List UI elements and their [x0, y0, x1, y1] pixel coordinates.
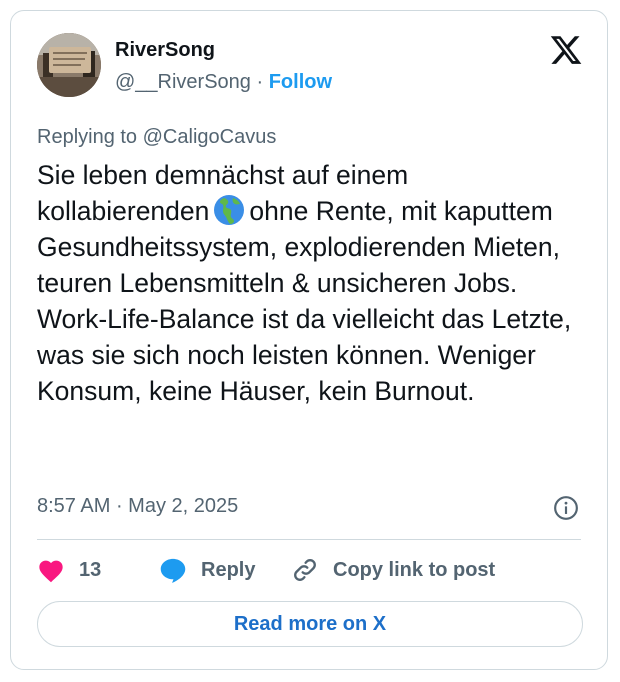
globe-europe-africa-icon	[214, 195, 245, 225]
reply-button[interactable]: Reply	[159, 555, 255, 585]
like-count: 13	[79, 558, 102, 581]
x-logo-icon[interactable]	[549, 33, 583, 67]
info-icon[interactable]	[553, 495, 579, 521]
replying-to-prefix: Replying to	[37, 126, 143, 148]
user-handle[interactable]: @__RiverSong	[115, 71, 251, 93]
replying-to: Replying to @CaligoCavus	[37, 126, 276, 149]
post-time: 8:57 AM	[37, 495, 111, 517]
avatar[interactable]	[37, 33, 101, 97]
separator: ·	[250, 71, 269, 93]
timestamp[interactable]: 8:57 AM · May 2, 2025	[37, 495, 238, 518]
embedded-post-card: RiverSong @__RiverSong · Follow Replying…	[10, 10, 608, 670]
like-button[interactable]: 13	[37, 555, 101, 585]
divider	[37, 539, 581, 540]
post-text-part-2: ohne Rente, mit kaputtem Gesundheitssyst…	[37, 196, 572, 406]
reply-label: Reply	[201, 558, 256, 581]
reply-bubble-icon	[160, 558, 186, 583]
reply-to-handle[interactable]: @CaligoCavus	[143, 126, 277, 148]
handle-row: @__RiverSong · Follow	[115, 71, 332, 94]
link-icon	[294, 559, 316, 581]
post-text: Sie leben demnächst auf einem kollabiere…	[37, 157, 585, 409]
follow-link[interactable]: Follow	[269, 71, 332, 93]
post-date: May 2, 2025	[128, 495, 239, 517]
read-more-label: Read more on X	[233, 612, 387, 635]
copy-link-label: Copy link to post	[333, 558, 496, 581]
heart-icon	[39, 560, 63, 583]
read-more-button[interactable]: Read more on X	[37, 601, 583, 647]
copy-link-button[interactable]: Copy link to post	[291, 555, 495, 585]
avatar-image	[37, 33, 101, 97]
timestamp-separator: ·	[110, 495, 129, 517]
action-bar: 13 Reply Copy link to post	[37, 555, 597, 585]
display-name[interactable]: RiverSong	[115, 39, 215, 62]
